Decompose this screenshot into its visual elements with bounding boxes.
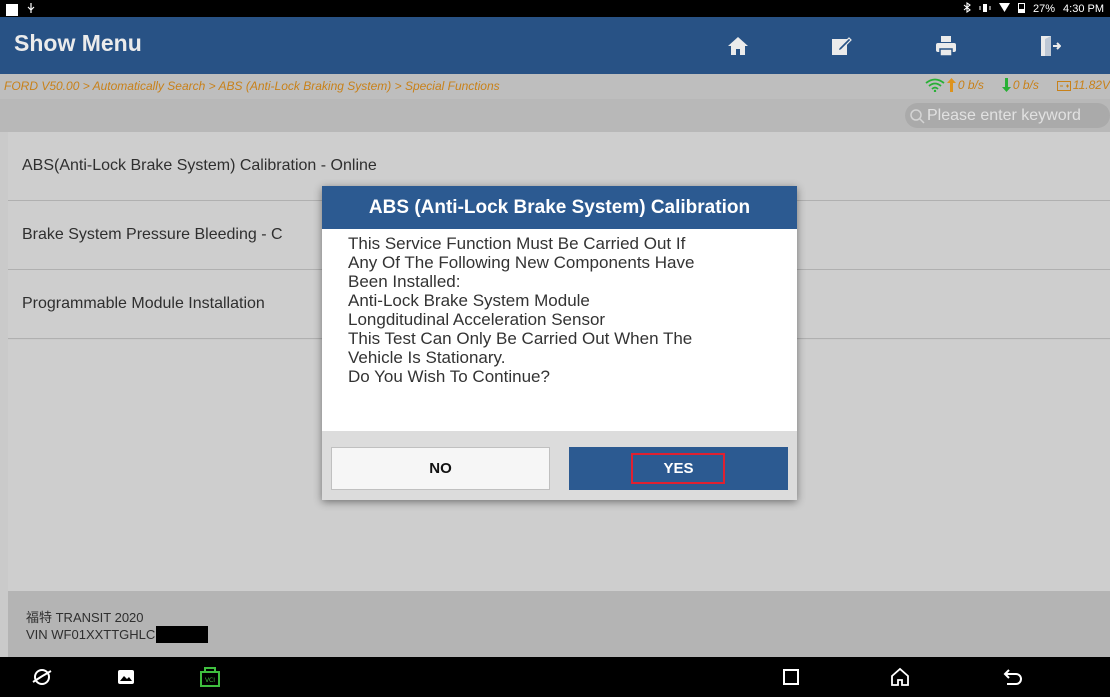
dialog-message-line: Any Of The Following New Components Have	[348, 253, 695, 272]
usb-notification-icon	[26, 2, 36, 17]
dialog-footer: NO YES	[322, 431, 797, 500]
vibrate-icon	[979, 3, 991, 16]
clock: 4:30 PM	[1063, 3, 1104, 15]
dialog-message-line: Do You Wish To Continue?	[348, 367, 550, 386]
bluetooth-icon	[963, 1, 971, 16]
dialog-message-line: Longditudinal Acceleration Sensor	[348, 310, 606, 329]
svg-text:VCI: VCI	[205, 677, 215, 684]
back-button[interactable]	[999, 665, 1027, 689]
vci-icon: VCI	[200, 667, 220, 687]
dialog-message-line: This Service Function Must Be Carried Ou…	[348, 234, 686, 253]
back-icon	[1003, 669, 1022, 685]
home-outline-icon	[891, 667, 909, 686]
yes-button[interactable]: YES	[569, 447, 788, 490]
battery-icon	[1018, 2, 1025, 16]
dialog-message-line: Been Installed:	[348, 272, 461, 291]
calibration-dialog: ABS (Anti-Lock Brake System) Calibration…	[322, 186, 797, 500]
home-nav-button[interactable]	[886, 665, 914, 689]
gallery-button[interactable]	[112, 665, 140, 689]
no-button-label: NO	[429, 460, 452, 477]
recents-icon	[783, 669, 799, 685]
no-button[interactable]: NO	[331, 447, 550, 490]
status-bar: 27% 4:30 PM	[0, 0, 1110, 17]
system-nav-bar: VCI	[0, 657, 1110, 697]
browser-button[interactable]	[28, 665, 56, 689]
battery-percent: 27%	[1033, 3, 1056, 15]
gallery-notification-icon	[6, 3, 18, 16]
yes-button-label: YES	[663, 460, 694, 477]
dialog-title: ABS (Anti-Lock Brake System) Calibration	[322, 186, 797, 229]
dialog-message-line: This Test Can Only Be Carried Out When T…	[348, 329, 693, 348]
dialog-message-line: Anti-Lock Brake System Module	[348, 291, 590, 310]
planet-icon	[32, 669, 52, 685]
dialog-message-line: Vehicle Is Stationary.	[348, 348, 506, 367]
vci-button[interactable]: VCI	[196, 665, 224, 689]
dialog-message: This Service Function Must Be Carried Ou…	[348, 234, 788, 386]
wifi-icon	[999, 3, 1010, 15]
gallery-icon	[118, 670, 134, 684]
recents-button[interactable]	[777, 665, 805, 689]
